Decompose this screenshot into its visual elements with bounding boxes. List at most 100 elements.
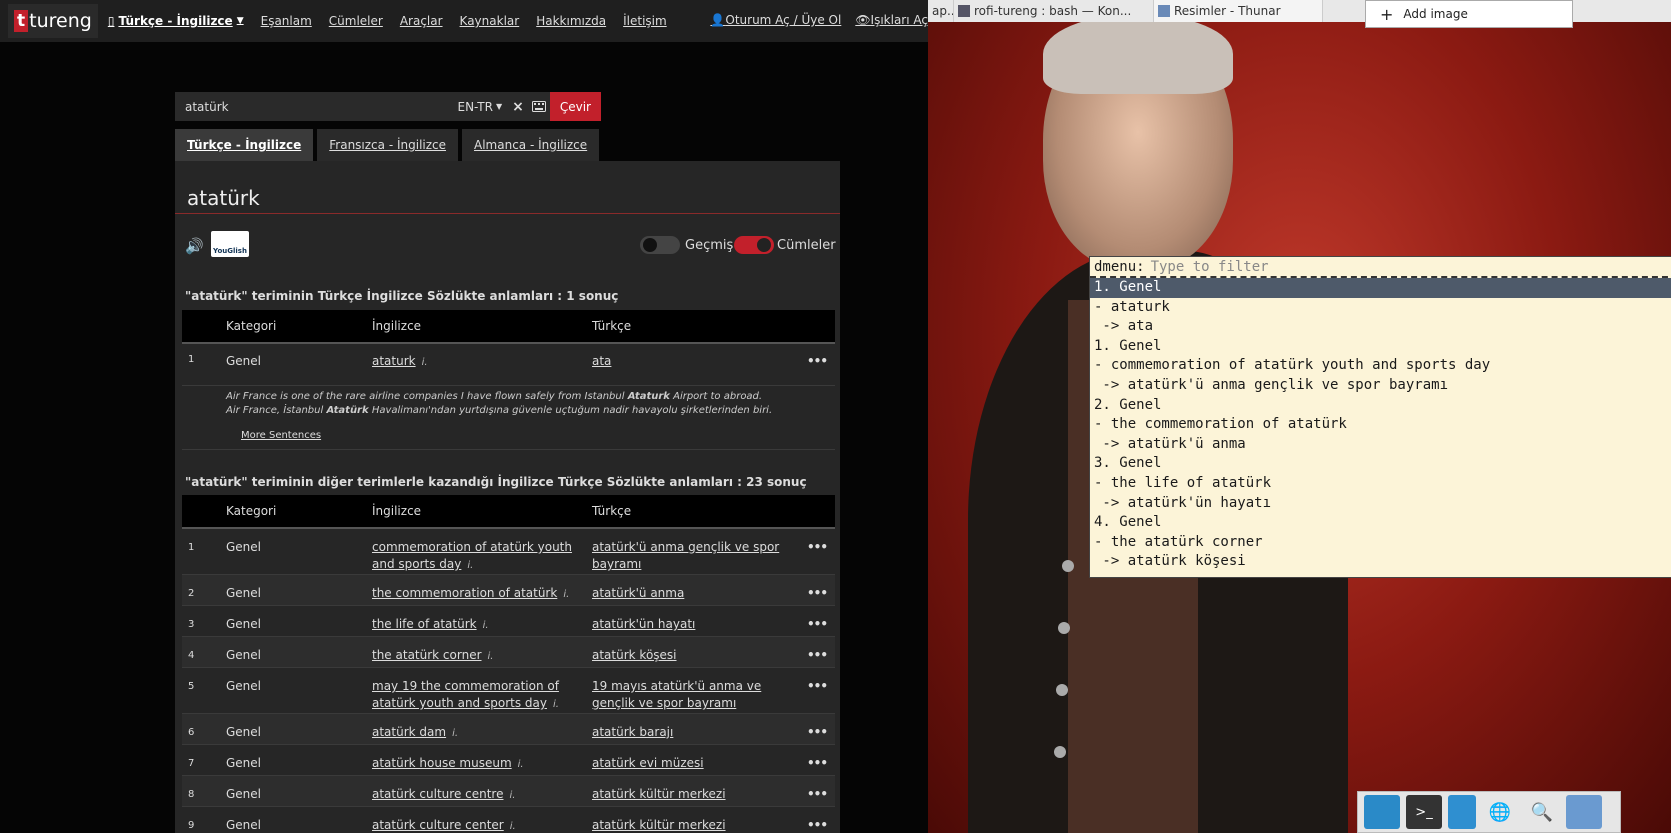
english-term-link[interactable]: atatürk dam: [372, 725, 446, 739]
turkish-term-link[interactable]: atatürk barajı: [592, 725, 673, 739]
more-options-icon[interactable]: •••: [807, 775, 835, 807]
dmenu-item[interactable]: - ataturk: [1090, 298, 1671, 318]
dmenu-item[interactable]: -> atatürk'ü anma: [1090, 435, 1671, 455]
col-english: İngilizce: [372, 310, 592, 344]
nav-link-hakkimizda[interactable]: Hakkımızda: [536, 14, 606, 28]
english-term-link[interactable]: ataturk: [372, 354, 416, 368]
search-input[interactable]: [175, 92, 452, 121]
part-of-speech: i.: [452, 728, 459, 739]
keyboard-icon[interactable]: [527, 92, 550, 121]
folder-icon[interactable]: [1566, 795, 1602, 829]
english-term-link[interactable]: the commemoration of atatürk: [372, 586, 557, 600]
en-cell: may 19 the commemoration of atatürk yout…: [372, 667, 592, 714]
english-term-link[interactable]: the life of atatürk: [372, 617, 477, 631]
tab-tr-en[interactable]: Türkçe - İngilizce: [175, 129, 314, 161]
nav-link-esanlam[interactable]: Eşanlam: [261, 14, 312, 28]
taskbar-item-app[interactable]: ap...: [928, 0, 954, 22]
nav-link-iletisim[interactable]: İletişim: [623, 14, 667, 28]
search-icon[interactable]: 🔍: [1524, 795, 1560, 829]
more-options-icon[interactable]: •••: [807, 636, 835, 668]
tab-de-en[interactable]: Almanca - İngilizce: [462, 129, 600, 161]
more-options-icon[interactable]: •••: [807, 667, 835, 714]
dmenu-item[interactable]: 2. Genel: [1090, 396, 1671, 416]
terminal-icon[interactable]: >_: [1406, 795, 1442, 829]
taskbar-item-terminal[interactable]: rofi-tureng : bash — Kon...: [954, 0, 1154, 22]
row-number: 9: [188, 820, 195, 831]
caret-down-icon: ▼: [495, 102, 503, 111]
dmenu-item[interactable]: - the life of atatürk: [1090, 474, 1671, 494]
browser-icon[interactable]: 🌐: [1482, 795, 1518, 829]
terminal-icon: [958, 5, 970, 17]
table-body: 1 Genel commemoration of atatürk youth and…: [182, 528, 835, 833]
youglish-button[interactable]: YouGlish: [211, 231, 249, 257]
english-term-link[interactable]: atatürk culture centre: [372, 787, 503, 801]
tureng-logo[interactable]: t tureng: [8, 4, 98, 38]
nav-link-kaynaklar[interactable]: Kaynaklar: [460, 14, 520, 28]
col-actions: [807, 310, 835, 344]
dmenu-item[interactable]: 4. Genel: [1090, 513, 1671, 533]
category-cell: Genel: [226, 648, 262, 662]
more-options-icon[interactable]: •••: [807, 806, 835, 833]
more-options-icon[interactable]: •••: [807, 744, 835, 776]
dmenu-item[interactable]: - commemoration of atatürk youth and spo…: [1090, 356, 1671, 376]
sentences-toggle[interactable]: [734, 236, 774, 254]
turkish-term-link[interactable]: atatürk'ü anma gençlik ve spor bayramı: [592, 540, 779, 571]
nav-link-cumleler[interactable]: Cümleler: [329, 14, 383, 28]
dmenu-item[interactable]: -> atatürk'ü anma gençlik ve spor bayram…: [1090, 376, 1671, 396]
language-dropdown[interactable]: ▯ Türkçe - İngilizce ▼: [108, 14, 244, 28]
dmenu-item[interactable]: 3. Genel: [1090, 454, 1671, 474]
lights-link[interactable]: 👁Işıkları Aç: [855, 13, 928, 27]
turkish-term-link[interactable]: 19 mayıs atatürk'ü anma ve gençlik ve sp…: [592, 679, 761, 710]
table-row: 1 Genel commemoration of atatürk youth and…: [182, 528, 835, 575]
taskbar-item-thunar[interactable]: Resimler - Thunar: [1154, 0, 1323, 22]
dmenu-item[interactable]: -> atatürk'ün hayatı: [1090, 494, 1671, 514]
more-options-icon[interactable]: •••: [807, 605, 835, 637]
add-image-button[interactable]: + Add image: [1365, 0, 1573, 28]
english-term-link[interactable]: atatürk house museum: [372, 756, 512, 770]
dmenu-filter-input[interactable]: Type to filter: [1151, 259, 1269, 275]
more-sentences-link[interactable]: More Sentences: [182, 430, 835, 441]
nav-link-araclar[interactable]: Araçlar: [400, 14, 443, 28]
folder-icon: [1158, 5, 1170, 17]
table-header-row: Kategori İngilizce Türkçe: [182, 310, 835, 344]
turkish-term-link[interactable]: atatürk köşesi: [592, 648, 677, 662]
more-options-icon[interactable]: •••: [807, 713, 835, 745]
lights-label: Işıkları Aç: [870, 13, 928, 27]
turkish-term-link[interactable]: atatürk kültür merkezi: [592, 818, 726, 832]
files-icon[interactable]: [1448, 795, 1476, 829]
history-toggle[interactable]: [640, 236, 680, 254]
example-turkish: Air France, İstanbul Atatürk Havalimanı'…: [226, 404, 773, 416]
dmenu-item[interactable]: 1. Genel: [1090, 337, 1671, 357]
turkish-term-link[interactable]: atatürk kültür merkezi: [592, 787, 726, 801]
col-english: İngilizce: [372, 495, 592, 529]
cat-cell: Genel: [226, 667, 372, 714]
dmenu-item[interactable]: - the commemoration of atatürk: [1090, 415, 1671, 435]
dmenu-item[interactable]: -> atatürk köşesi: [1090, 552, 1671, 572]
english-term-link[interactable]: the atatürk corner: [372, 648, 482, 662]
translate-button[interactable]: Çevir: [549, 92, 601, 121]
speaker-icon[interactable]: 🔊: [185, 237, 204, 255]
desktop-icon[interactable]: [1364, 795, 1400, 829]
clear-icon[interactable]: ×: [508, 92, 528, 121]
more-options-icon[interactable]: •••: [807, 574, 835, 606]
turkish-term-link[interactable]: atatürk'ün hayatı: [592, 617, 695, 631]
dmenu-prompt-row[interactable]: dmenu: Type to filter: [1090, 257, 1671, 278]
en-cell: the life of atatürk i.: [372, 605, 592, 637]
dmenu-item[interactable]: -> ata: [1090, 317, 1671, 337]
more-options-icon[interactable]: •••: [807, 528, 835, 575]
login-link[interactable]: 👤Oturum Aç / Üye Ol: [710, 13, 841, 27]
tab-fr-en[interactable]: Fransızca - İngilizce: [317, 129, 459, 161]
english-term-link[interactable]: atatürk culture center: [372, 818, 504, 832]
turkish-term-link[interactable]: atatürk evi müzesi: [592, 756, 704, 770]
english-term-link[interactable]: may 19 the commemoration of atatürk yout…: [372, 679, 559, 710]
turkish-term-link[interactable]: atatürk'ü anma: [592, 586, 684, 600]
sentences-toggle-label: Cümleler: [777, 238, 836, 253]
bottom-dock: >_ 🌐 🔍: [1357, 791, 1621, 833]
more-options-icon[interactable]: •••: [807, 343, 835, 386]
num-cell: 1: [182, 528, 226, 575]
dmenu-item[interactable]: 1. Genel: [1090, 278, 1671, 298]
turkish-term-link[interactable]: ata: [592, 354, 611, 368]
logo-t: t: [14, 10, 29, 32]
direction-dropdown[interactable]: EN-TR ▼: [451, 92, 509, 121]
dmenu-item[interactable]: - the atatürk corner: [1090, 533, 1671, 553]
